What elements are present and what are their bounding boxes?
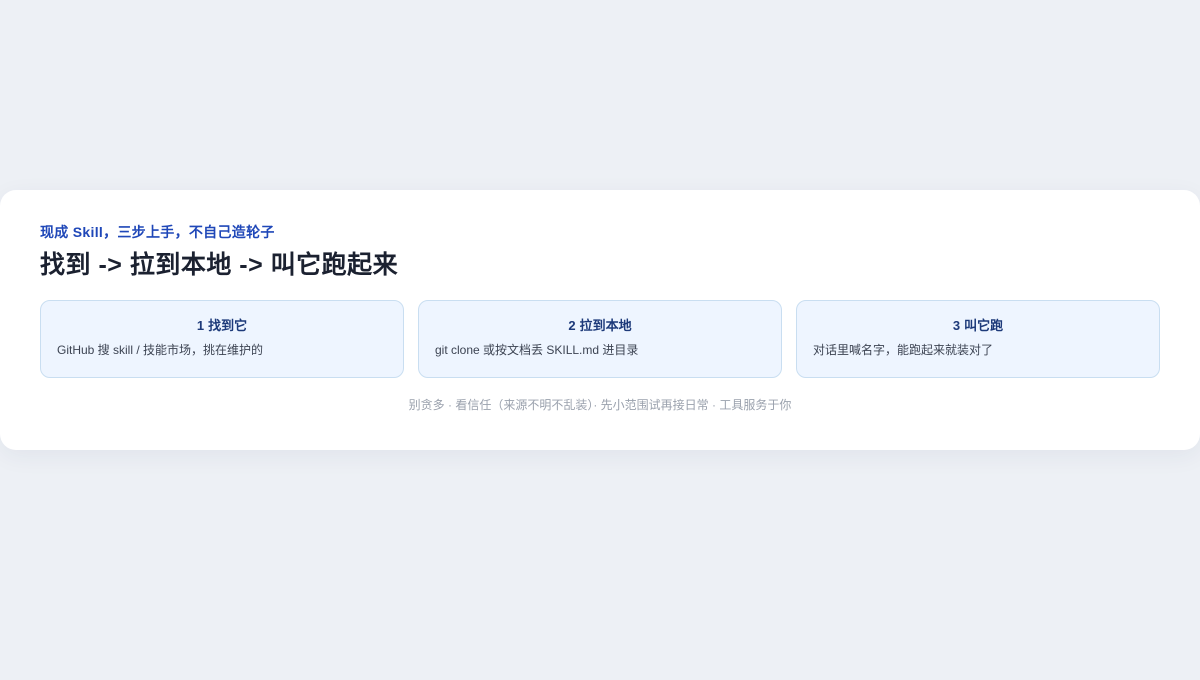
step-card-run: 3 叫它跑 对话里喊名字，能跑起来就装对了 — [796, 300, 1160, 378]
card-title: 找到 -> 拉到本地 -> 叫它跑起来 — [40, 251, 399, 279]
step-heading: 2 拉到本地 — [435, 317, 765, 335]
step-description: GitHub 搜 skill / 技能市场，挑在维护的 — [57, 343, 264, 357]
step-number: 1 — [196, 318, 205, 333]
card-footer-note: 别贪多 · 看信任（来源不明不乱装）· 先小范围试再接日常 · 工具服务于你 — [408, 398, 792, 412]
step-card-find: 1 找到它 GitHub 搜 skill / 技能市场，挑在维护的 — [40, 300, 404, 378]
step-title: 找到它 — [208, 318, 248, 333]
step-card-pull-local: 2 拉到本地 git clone 或按文档丢 SKILL.md 进目录 — [418, 300, 782, 378]
step-title: 拉到本地 — [579, 318, 632, 333]
step-heading: 1 找到它 — [57, 317, 387, 335]
step-number: 3 — [952, 318, 961, 333]
step-title: 叫它跑 — [964, 318, 1004, 333]
step-heading: 3 叫它跑 — [813, 317, 1143, 335]
steps-row: 1 找到它 GitHub 搜 skill / 技能市场，挑在维护的 2 拉到本地 g… — [40, 300, 1160, 378]
card-eyebrow: 现成 Skill，三步上手，不自己造轮子 — [40, 224, 275, 240]
step-description: 对话里喊名字，能跑起来就装对了 — [813, 343, 994, 357]
skill-guide-card: 现成 Skill，三步上手，不自己造轮子 找到 -> 拉到本地 -> 叫它跑起来… — [0, 190, 1200, 450]
step-description: git clone 或按文档丢 SKILL.md 进目录 — [435, 343, 639, 357]
step-number: 2 — [568, 318, 576, 333]
